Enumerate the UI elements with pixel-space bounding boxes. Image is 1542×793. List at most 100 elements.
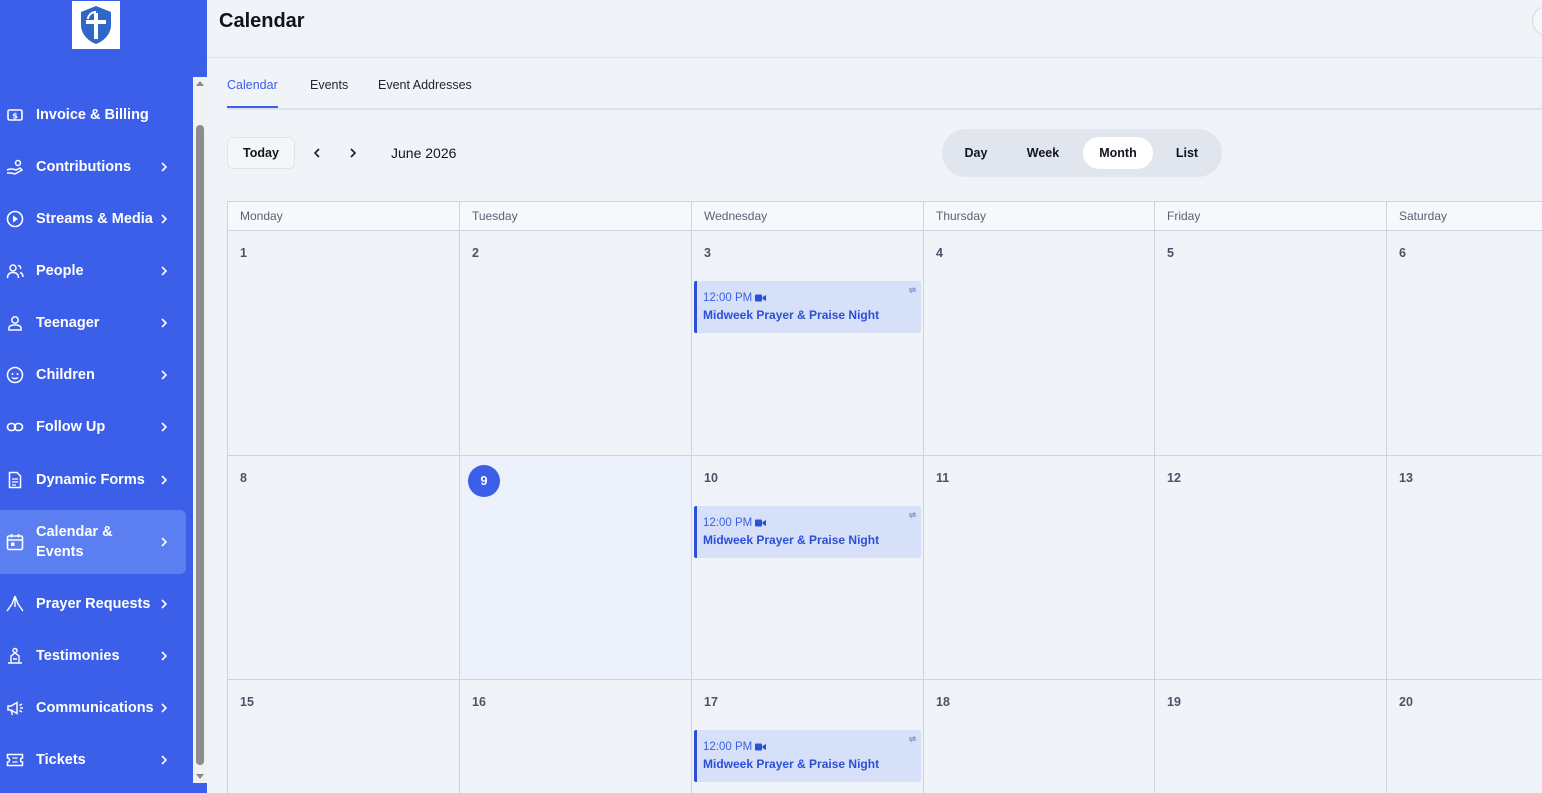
date-number[interactable]: 16 xyxy=(472,695,486,709)
day-cell[interactable]: 6 xyxy=(1387,231,1542,456)
tab-events[interactable]: Events xyxy=(310,78,348,108)
chevron-right-icon xyxy=(161,475,168,485)
view-week-button[interactable]: Week xyxy=(1012,137,1074,169)
chevron-right-icon xyxy=(161,422,168,432)
header-action-button[interactable] xyxy=(1532,6,1542,36)
weekday-header: Tuesday xyxy=(460,202,692,231)
weekday-header: Friday xyxy=(1155,202,1387,231)
scroll-down-arrow-icon[interactable] xyxy=(196,774,204,779)
date-number[interactable]: 20 xyxy=(1399,695,1413,709)
date-number[interactable]: 8 xyxy=(240,471,247,485)
date-number[interactable]: 1 xyxy=(240,246,247,260)
chevron-right-icon xyxy=(161,162,168,172)
day-cell[interactable]: 4 xyxy=(924,231,1155,456)
tab-calendar[interactable]: Calendar xyxy=(227,78,278,108)
scrollbar-thumb[interactable] xyxy=(196,125,204,765)
date-number[interactable]: 17 xyxy=(704,695,718,709)
sidebar-item-tickets[interactable]: Tickets xyxy=(0,734,186,786)
day-cell[interactable]: 5 xyxy=(1155,231,1387,456)
chevron-right-icon xyxy=(161,599,168,609)
calendar-event[interactable]: 12:00 PM Midweek Prayer & Praise Night xyxy=(694,281,921,333)
sidebar-item-label: People xyxy=(36,263,84,279)
view-list-button[interactable]: List xyxy=(1159,137,1215,169)
day-cell[interactable]: 2 xyxy=(460,231,692,456)
view-month-button[interactable]: Month xyxy=(1083,137,1153,169)
video-camera-icon xyxy=(755,743,766,751)
day-cell[interactable]: 8 xyxy=(228,456,460,680)
day-cell[interactable]: 18 xyxy=(924,680,1155,793)
day-cell[interactable]: 3 12:00 PM Midweek Prayer & Praise Night xyxy=(692,231,924,456)
calendar-event[interactable]: 12:00 PM Midweek Prayer & Praise Night xyxy=(694,730,921,782)
sidebar-item-streams-media[interactable]: Streams & Media xyxy=(0,193,186,245)
calendar-event[interactable]: 12:00 PM Midweek Prayer & Praise Night xyxy=(694,506,921,558)
shield-cross-icon xyxy=(81,6,111,44)
day-cell[interactable]: 16 xyxy=(460,680,692,793)
sidebar-item-label: Dynamic Forms xyxy=(36,472,145,488)
video-camera-icon xyxy=(755,519,766,527)
date-number[interactable]: 18 xyxy=(936,695,950,709)
church-logo[interactable] xyxy=(72,1,120,49)
date-number[interactable]: 13 xyxy=(1399,471,1413,485)
sidebar-item-label: Contributions xyxy=(36,159,132,175)
event-title: Midweek Prayer & Praise Night xyxy=(703,533,880,547)
current-month-label: June 2026 xyxy=(391,145,457,161)
sidebar-item-dynamic-forms[interactable]: Dynamic Forms xyxy=(0,454,186,506)
date-number[interactable]: 10 xyxy=(704,471,718,485)
tab-event-addresses[interactable]: Event Addresses xyxy=(378,78,472,108)
page-title: Calendar xyxy=(219,10,305,32)
sidebar-item-communications[interactable]: Communications xyxy=(0,682,186,734)
day-cell[interactable]: 12 xyxy=(1155,456,1387,680)
date-number[interactable]: 19 xyxy=(1167,695,1181,709)
sidebar-item-contributions[interactable]: Contributions xyxy=(0,141,186,193)
scroll-up-arrow-icon[interactable] xyxy=(196,81,204,86)
date-number[interactable]: 12 xyxy=(1167,471,1181,485)
sidebar-item-testimonies[interactable]: Testimonies xyxy=(0,630,186,682)
date-number[interactable]: 11 xyxy=(936,471,949,485)
day-cell[interactable]: 13 xyxy=(1387,456,1542,680)
date-number[interactable]: 5 xyxy=(1167,246,1174,260)
user-icon xyxy=(8,316,22,331)
sidebar-item-follow-up[interactable]: Follow Up xyxy=(0,401,186,453)
sidebar-item-prayer-requests[interactable]: Prayer Requests xyxy=(0,578,186,630)
sidebar-item-invoice-billing[interactable]: $ Invoice & Billing xyxy=(0,89,186,141)
day-cell[interactable]: 11 xyxy=(924,456,1155,680)
svg-text:$: $ xyxy=(12,112,18,121)
today-button[interactable]: Today xyxy=(227,137,295,169)
invoice-icon: $ xyxy=(7,109,23,121)
sidebar-item-calendar-events[interactable]: Calendar & Events xyxy=(0,510,186,574)
day-cell[interactable]: 17 12:00 PM Midweek Prayer & Praise Night xyxy=(692,680,924,793)
recurring-icon xyxy=(908,736,917,742)
chevron-right-icon xyxy=(161,370,168,380)
day-cell[interactable]: 20 xyxy=(1387,680,1542,793)
sidebar-item-children[interactable]: Children xyxy=(0,349,186,401)
event-time: 12:00 PM xyxy=(703,292,753,304)
video-camera-icon xyxy=(755,294,766,302)
next-month-button[interactable] xyxy=(343,143,363,163)
sidebar-item-people[interactable]: People xyxy=(0,245,186,297)
link-icon xyxy=(6,422,24,432)
sidebar-scrollbar[interactable] xyxy=(193,77,207,783)
prev-month-button[interactable] xyxy=(307,143,327,163)
sidebar-item-label: Follow Up xyxy=(36,419,106,435)
date-number[interactable]: 3 xyxy=(704,246,711,260)
day-cell[interactable]: 15 xyxy=(228,680,460,793)
view-day-button[interactable]: Day xyxy=(948,137,1004,169)
sidebar-item-label: Tickets xyxy=(36,752,86,768)
date-number[interactable]: 15 xyxy=(240,695,254,709)
today-date-number[interactable]: 9 xyxy=(468,465,500,497)
day-cell[interactable]: 10 12:00 PM Midweek Prayer & Praise Night xyxy=(692,456,924,680)
recurring-icon xyxy=(908,512,917,518)
day-cell[interactable]: 1 xyxy=(228,231,460,456)
weekday-header: Wednesday xyxy=(692,202,924,231)
date-number[interactable]: 4 xyxy=(936,246,943,260)
users-icon xyxy=(6,264,24,279)
date-number[interactable]: 6 xyxy=(1399,246,1406,260)
date-number[interactable]: 2 xyxy=(472,246,479,260)
day-cell[interactable]: 9 xyxy=(460,456,692,680)
recurring-icon xyxy=(908,287,917,293)
sidebar-item-teenager[interactable]: Teenager xyxy=(0,297,186,349)
play-circle-icon xyxy=(6,210,24,228)
chevron-right-icon xyxy=(161,214,168,224)
day-cell[interactable]: 19 xyxy=(1155,680,1387,793)
calendar-month-grid: Monday Tuesday Wednesday Thursday Friday Satu… xyxy=(227,201,1542,793)
